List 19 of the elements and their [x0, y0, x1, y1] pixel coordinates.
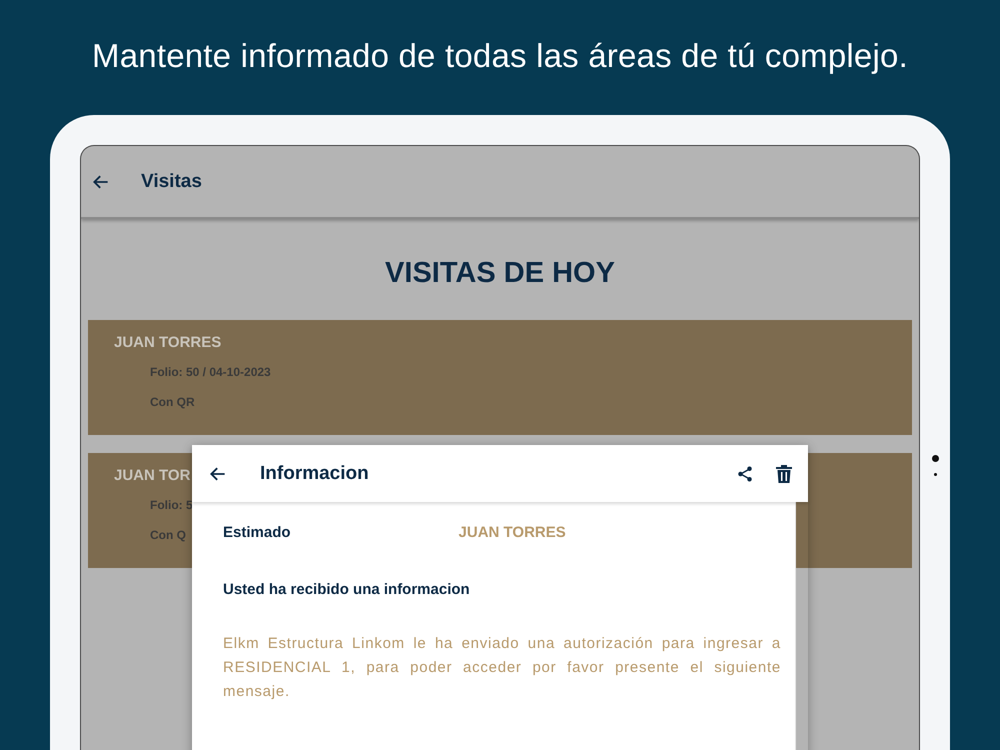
access-mode: Con QR — [150, 395, 195, 409]
section-title: VISITAS DE HOY — [384, 257, 616, 290]
app-bar-title: Visitas — [141, 170, 202, 192]
info-subtitle: Usted ha recibido una informacion — [223, 581, 471, 598]
recipient-name: JUAN TORRES — [458, 524, 566, 541]
trash-icon[interactable] — [776, 464, 792, 482]
greeting-label: Estimado — [223, 524, 291, 541]
folio-text: Folio: 5 — [150, 498, 193, 512]
visitor-name: JUAN TOR — [114, 467, 190, 484]
sensor-dot — [932, 455, 938, 462]
visit-card[interactable]: JUAN TORRES Folio: 50 / 04-10-2023 Con QR — [88, 320, 912, 435]
access-mode: Con Q — [150, 528, 186, 542]
message-text: Elkm Estructura Linkom le ha enviado una autorización para ingresar a RESIDENCIAL 1, para poder acceder por favor presente el siguiente mensaje. — [223, 634, 781, 702]
headline: Mantente informado de todas las áreas de tú complejo. — [91, 36, 909, 76]
dialog-title: Informacion — [260, 462, 370, 484]
folio-text: Folio: 50 / 04-10-2023 — [150, 365, 271, 379]
sensor-dot — [934, 473, 936, 476]
visitor-name: JUAN TORRES — [114, 334, 222, 351]
share-icon[interactable] — [736, 464, 754, 482]
